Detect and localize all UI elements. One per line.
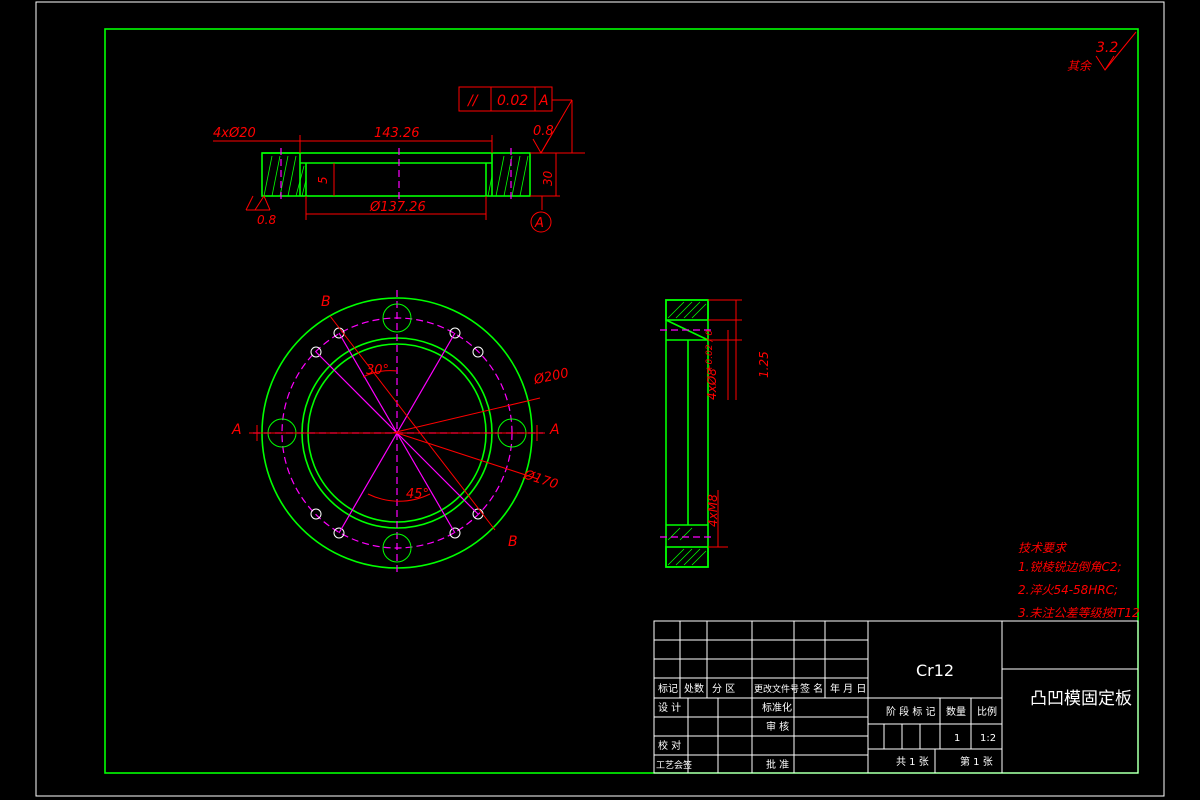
tb-weight-value: 1 — [954, 733, 960, 744]
tb-label-count: 处数 — [684, 682, 704, 695]
tb-stage-mark: 阶 段 标 记 — [886, 705, 936, 718]
datum-a-tag: A — [534, 216, 544, 231]
roughness-bottom: 0.8 — [257, 213, 276, 227]
tb-label-change: 更改文件号 — [754, 683, 799, 695]
dim-holes-top: 4xØ20 — [213, 126, 256, 141]
tb-part-name: 凸凹模固定板 — [1030, 689, 1132, 709]
tb-label-sign: 签 名 — [800, 682, 823, 695]
tb-sheets-total: 共 1 张 — [896, 756, 929, 768]
roughness-other-label: 其余 — [1067, 59, 1093, 73]
tb-weight: 数量 — [946, 705, 966, 718]
section-view-top: 4xØ20 143.26 5 Ø137.26 30 0.8 0.8 // 0.0… — [213, 86, 585, 233]
tb-material: Cr12 — [916, 661, 954, 680]
dim-width-top: 143.26 — [374, 126, 420, 141]
tb-label-date: 年 月 日 — [830, 682, 866, 695]
tb-standardize: 标准化 — [762, 701, 792, 714]
tb-design: 设 计 — [658, 701, 681, 714]
tb-label-zone: 分 区 — [712, 683, 735, 695]
tolerance-datum: A — [538, 93, 549, 109]
dim-thickness: 30 — [541, 170, 555, 186]
tb-process: 工艺会签 — [656, 759, 692, 771]
tb-scale-value: 1:2 — [980, 733, 996, 744]
dim-outer-dia: Ø200 — [532, 366, 570, 388]
tolerance-symbol: // — [466, 93, 479, 109]
tb-approve: 批 准 — [766, 758, 789, 771]
tech-item-2: 2.淬火54-58HRC; — [1018, 583, 1118, 597]
title-block: 标记 处数 分 区 更改文件号 签 名 年 月 日 设 计 标准化 审 核 校 … — [653, 620, 1139, 774]
roughness-other-value: 3.2 — [1096, 40, 1118, 56]
tb-scale: 比例 — [977, 705, 997, 718]
angle-30: 30° — [366, 363, 389, 378]
section-b-bottom: B — [508, 534, 518, 550]
tb-check: 校 对 — [658, 739, 681, 752]
drawing-sheet: 其余 3.2 4xØ20 143.26 5 Ø137.26 30 0.8 0.8… — [35, 1, 1165, 797]
side-view: 4xØ8 +0.02 / 0 1.25 4xM8 — [660, 299, 771, 568]
section-a-left: A — [231, 422, 242, 438]
tech-title: 技术要求 — [1018, 541, 1068, 555]
angle-45: 45° — [406, 487, 429, 502]
roughness-other: 其余 3.2 — [1067, 31, 1137, 73]
dim-depth: 5 — [316, 176, 330, 184]
section-b-top: B — [321, 294, 331, 310]
tech-item-1: 1.锐棱锐边倒角C2; — [1018, 560, 1122, 574]
tb-sheet-no: 第 1 张 — [960, 755, 993, 768]
dim-pcd: Ø170 — [521, 467, 560, 492]
dim-side-holes-tol: +0.02 / 0 — [705, 330, 715, 372]
dim-inner-dia: Ø137.26 — [369, 200, 426, 215]
tolerance-frame: // 0.02 A — [458, 86, 553, 112]
plan-view: 30° 45° A A B B Ø200 Ø170 — [231, 290, 570, 576]
tech-item-3: 3.未注公差等级按IT12 — [1018, 606, 1140, 620]
tech-requirements: 技术要求 1.锐棱锐边倒角C2; 2.淬火54-58HRC; 3.未注公差等级按… — [1018, 541, 1140, 620]
tb-label-mark: 标记 — [658, 683, 678, 695]
tb-review: 审 核 — [766, 720, 789, 733]
section-a-right: A — [549, 422, 560, 438]
dim-side-thread: 4xM8 — [706, 494, 720, 527]
outer-border — [35, 1, 1165, 797]
dim-side-chamfer: 1.25 — [757, 351, 771, 378]
tolerance-value: 0.02 — [497, 93, 528, 109]
